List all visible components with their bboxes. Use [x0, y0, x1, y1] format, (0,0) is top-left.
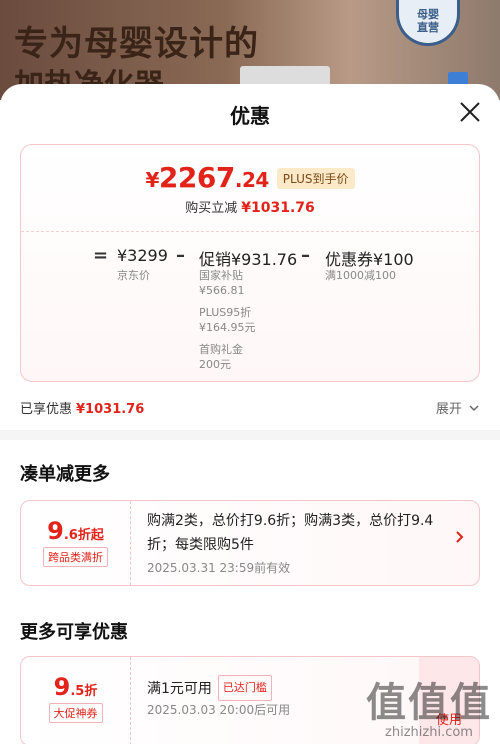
watermark-logo: 值值值	[366, 680, 492, 726]
price-summary-card: ¥2267.24 PLUS到手价 购买立减 ¥1031.76 = ¥3299 京东…	[20, 144, 480, 382]
close-button[interactable]	[458, 100, 482, 124]
minus-sign: –	[176, 245, 185, 266]
expand-button[interactable]: 展开	[436, 398, 480, 417]
discount-rate: 9.5折	[53, 673, 98, 701]
final-price-row: ¥2267.24 PLUS到手价	[21, 161, 479, 194]
coupon-rate-block: 9.6折起 跨品类满折	[21, 501, 131, 585]
instant-discount-label: 购买立减	[185, 201, 238, 216]
banner-headline: 专为母婴设计的	[14, 24, 259, 64]
discount-sheet: 优惠 ¥2267.24 PLUS到手价 购买立减 ¥1031.76 = ¥3299…	[0, 84, 500, 744]
coupon-total: 优惠券¥100	[325, 250, 414, 269]
promo-item: 首购礼金 200元	[199, 343, 243, 371]
final-price: ¥2267.24	[145, 161, 269, 194]
jd-price: ¥3299	[117, 246, 168, 265]
instant-discount-amount: ¥1031.76	[241, 200, 315, 216]
promo-item: 国家补贴 ¥566.81	[199, 269, 245, 297]
enjoyed-label: 已享优惠	[20, 402, 73, 417]
watermark-url: zhizhizhi.com	[385, 725, 473, 740]
chevron-down-icon	[469, 405, 479, 412]
jd-price-label: 京东价	[117, 269, 150, 282]
equals-sign: =	[93, 245, 109, 266]
enjoyed-amount: ¥1031.76	[76, 402, 145, 417]
expand-label: 展开	[435, 402, 462, 417]
section-divider	[0, 430, 500, 440]
chevron-right-icon	[455, 529, 465, 549]
minus-sign: –	[301, 245, 310, 266]
section-title-bundle: 凑单减更多	[20, 464, 110, 485]
coupon-desc: 满1000减100	[325, 269, 396, 282]
coupon-validity: 2025.03.31 23:59前有效	[147, 561, 291, 575]
coupon-validity: 2025.03.03 20:00后可用	[147, 703, 291, 717]
plus-price-tag: PLUS到手价	[276, 168, 355, 189]
coupon-details: 满1元可用 已达门槛 2025.03.03 20:00后可用	[147, 675, 387, 718]
enjoyed-discount-row: 已享优惠 ¥1031.76	[20, 398, 144, 417]
coupon-condition: 满1元可用 已达门槛	[147, 675, 387, 701]
divider	[21, 231, 479, 232]
coupon-type-tag: 大促神券	[48, 703, 103, 723]
promo-item: PLUS95折 ¥164.95元	[199, 306, 256, 334]
threshold-met-tag: 已达门槛	[217, 675, 272, 701]
watermark: 值值值 zhizhizhi.com	[366, 681, 492, 740]
section-title-more: 更多可享优惠	[20, 622, 128, 643]
coupon-rule-text: 购满2类，总价打9.6折；购满3类，总价打9.4折；每类限购5件	[147, 513, 434, 553]
discount-rate: 9.6折起	[47, 517, 104, 545]
coupon-details: 购满2类，总价打9.6折；购满3类，总价打9.4折；每类限购5件 2025.03…	[147, 509, 447, 576]
store-badge: 母婴 直营	[396, 0, 460, 46]
sheet-title: 优惠	[230, 104, 270, 128]
coupon-rate-block: 9.5折 大促神券	[21, 657, 131, 744]
bundle-discount-card[interactable]: 9.6折起 跨品类满折 购满2类，总价打9.6折；购满3类，总价打9.4折；每类…	[20, 500, 480, 586]
discount-type-tag: 跨品类满折	[43, 547, 108, 567]
close-icon	[460, 102, 480, 122]
promo-total: 促销¥931.76	[199, 250, 298, 269]
instant-discount-row: 购买立减 ¥1031.76	[21, 197, 479, 216]
